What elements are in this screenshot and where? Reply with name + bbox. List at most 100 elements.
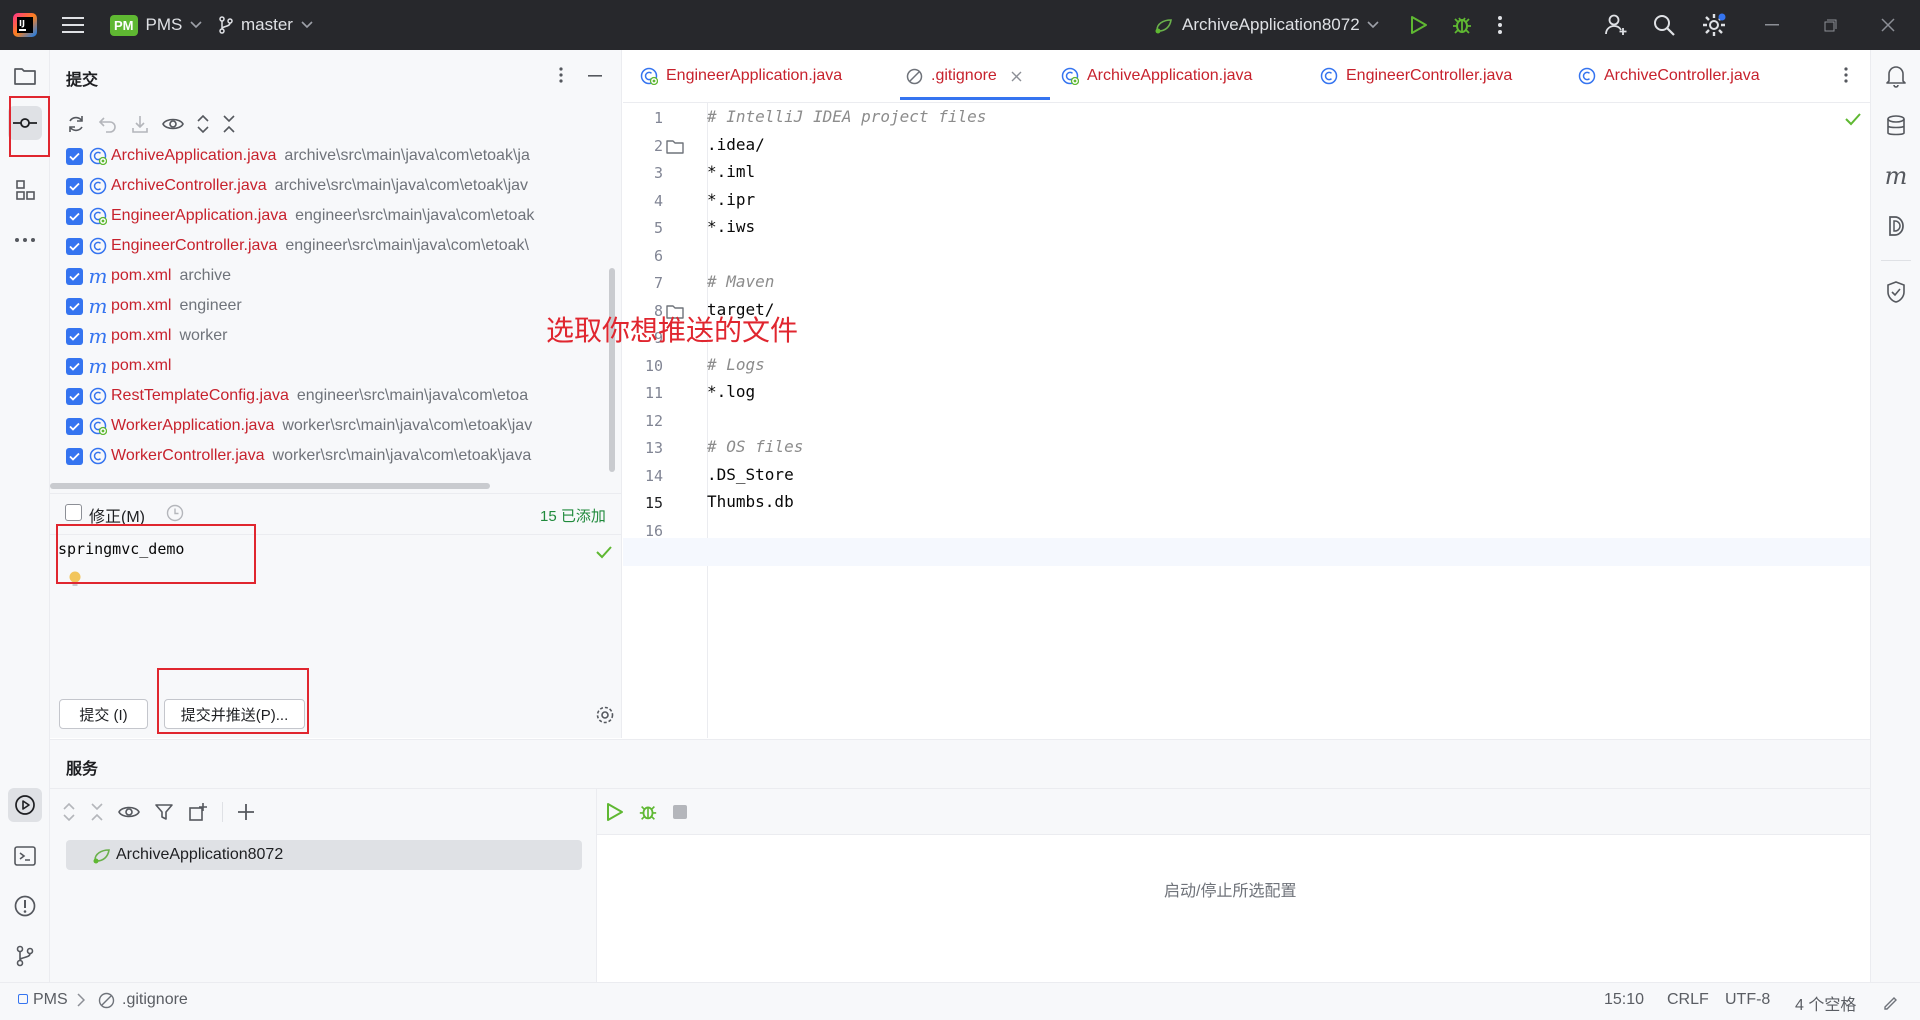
debug-icon[interactable] [638,802,658,822]
minimize-icon[interactable] [1765,0,1779,50]
editor-tab[interactable]: EngineerApplication.java [640,50,842,102]
run-icon[interactable] [606,802,624,822]
file-checkbox[interactable] [66,177,83,195]
more-tools-icon[interactable] [0,220,50,260]
folder-icon[interactable] [666,139,684,154]
endpoints-icon[interactable] [1871,206,1920,246]
caret-position[interactable]: 15:10 [1604,991,1644,1009]
file-checkbox[interactable] [66,267,83,285]
added-count: 15 已添加 [540,508,606,525]
branch-switcher[interactable]: master [218,0,313,50]
file-row[interactable]: EngineerApplication.java engineer\src\mai… [66,201,622,231]
tab-label: EngineerApplication.java [666,67,843,84]
file-checkbox[interactable] [66,447,83,465]
search-icon[interactable] [1652,0,1676,50]
history-icon[interactable] [166,504,184,522]
services-tool-icon[interactable] [8,788,42,822]
file-row[interactable]: RestTemplateConfig.java engineer\src\main… [66,381,622,411]
run-config-selector[interactable]: ArchiveApplication8072 [1154,0,1379,50]
expand-all-icon[interactable] [62,802,76,822]
add-user-icon[interactable] [1604,0,1628,50]
editor-tab[interactable]: .gitignore [906,50,1022,102]
file-row[interactable]: WorkerController.java worker\src\main\jav… [66,441,622,471]
maven-tool-icon[interactable]: m [1871,156,1920,196]
close-tab-icon[interactable] [1011,71,1022,82]
file-row[interactable]: ArchiveController.java archive\src\main\j… [66,171,622,201]
breadcrumb-project[interactable]: PMS [33,991,68,1009]
notifications-icon[interactable] [1871,56,1920,96]
new-tab-icon[interactable] [188,802,208,822]
indent-setting[interactable]: 4 个空格 [1795,991,1856,1015]
app-logo-icon[interactable]: IJ [12,0,38,50]
expand-all-icon[interactable] [196,114,210,134]
run-icon[interactable] [1410,0,1428,50]
file-checkbox[interactable] [66,297,83,315]
git-tool-icon[interactable] [0,936,50,976]
file-name: ArchiveController.java [111,177,267,194]
project-tool-icon[interactable] [0,56,50,96]
line-separator[interactable]: CRLF [1667,991,1709,1009]
class-icon [89,447,107,465]
collapse-all-icon[interactable] [222,114,236,134]
restore-icon[interactable] [1824,0,1837,50]
title-bar: IJ PM PMS master ArchiveApplication8072 [0,0,1920,50]
main-menu-icon[interactable] [62,0,84,50]
editor-tab[interactable]: EngineerController.java [1320,50,1512,102]
file-name: pom.xml [111,357,172,374]
editor-tab[interactable]: ArchiveApplication.java [1061,50,1252,102]
file-row[interactable]: m pom.xml archive [66,261,622,291]
file-row[interactable]: WorkerApplication.java worker\src\main\ja… [66,411,622,441]
editor-tab[interactable]: ArchiveController.java [1578,50,1760,102]
file-checkbox[interactable] [66,387,83,405]
file-encoding[interactable]: UTF-8 [1725,991,1770,1009]
security-shield-icon[interactable] [1871,272,1920,312]
update-icon[interactable] [130,114,150,134]
file-row[interactable]: m pom.xml [66,351,622,381]
class-icon [1320,67,1338,85]
filter-icon[interactable] [154,802,174,822]
file-checkbox[interactable] [66,207,83,225]
spring-class-icon [1061,67,1079,85]
problems-tool-icon[interactable] [0,886,50,926]
database-icon[interactable] [1871,106,1920,146]
file-row[interactable]: EngineerController.java engineer\src\main… [66,231,622,261]
more-actions-icon[interactable] [1497,0,1503,50]
divider [222,802,223,822]
show-diff-icon[interactable] [162,116,184,132]
file-checkbox[interactable] [66,417,83,435]
no-problems-check-icon[interactable] [1844,112,1862,126]
file-row[interactable]: m pom.xml worker [66,321,622,351]
refresh-icon[interactable] [66,114,86,134]
panel-options-icon[interactable] [558,66,564,84]
file-checkbox[interactable] [66,237,83,255]
rollback-icon[interactable] [98,114,118,134]
terminal-tool-icon[interactable] [0,836,50,876]
file-list-horizontal-scrollbar[interactable] [50,483,490,489]
file-row[interactable]: ArchiveApplication.java archive\src\main\… [66,141,622,171]
tab-options-icon[interactable] [1843,66,1849,84]
file-checkbox[interactable] [66,357,83,375]
services-detail-area [597,835,1870,983]
line-number: 2 [653,136,663,155]
close-window-icon[interactable] [1881,0,1895,50]
read-only-toggle-icon[interactable] [1882,992,1898,1010]
spring-boot-icon [1155,19,1172,34]
collapse-all-icon[interactable] [90,802,104,822]
show-icon[interactable] [118,804,140,820]
stop-icon[interactable] [672,804,688,820]
breadcrumb-file[interactable]: .gitignore [122,991,188,1009]
amend-checkbox[interactable] [65,504,82,521]
structure-tool-icon[interactable] [0,170,50,210]
hide-panel-icon[interactable] [588,75,602,77]
debug-icon[interactable] [1451,0,1473,50]
project-switcher[interactable]: PM PMS [110,0,202,50]
services-toolbar [62,802,255,822]
file-checkbox[interactable] [66,327,83,345]
commit-button[interactable]: 提交 (I) [59,699,148,729]
file-row[interactable]: m pom.xml engineer [66,291,622,321]
service-item[interactable]: ArchiveApplication8072 [66,840,582,870]
file-checkbox[interactable] [66,147,83,165]
commit-options-gear-icon[interactable] [595,705,615,725]
settings-icon[interactable] [1701,0,1727,50]
add-service-icon[interactable] [237,803,255,821]
